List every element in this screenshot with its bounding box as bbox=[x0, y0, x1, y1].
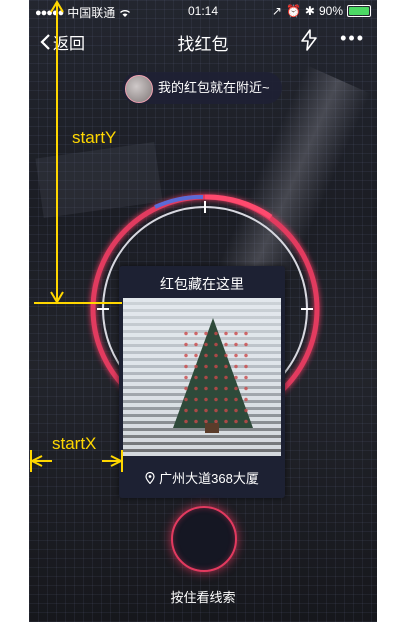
tree-base bbox=[205, 423, 219, 433]
phone-screen: ●●●●● 中国联通 01:14 ↗ ⏰ ✱ 90% 返回 找红包 ••• 我的… bbox=[29, 0, 377, 622]
avatar bbox=[125, 75, 153, 103]
card-title: 红包藏在这里 bbox=[160, 276, 244, 292]
bottom-divider bbox=[0, 622, 402, 628]
alarm-icon: ⏰ bbox=[285, 4, 301, 18]
navigation-bar: 返回 找红包 ••• bbox=[29, 24, 377, 58]
hint-pill: 我的红包就在附近~ bbox=[122, 72, 282, 104]
status-bar: ●●●●● 中国联通 01:14 ↗ ⏰ ✱ 90% bbox=[29, 0, 377, 22]
battery-fill bbox=[349, 7, 369, 15]
flash-icon[interactable] bbox=[297, 28, 321, 52]
location-arrow-icon: ↗ bbox=[271, 4, 282, 18]
battery-icon bbox=[347, 5, 371, 17]
battery-percent: 90% bbox=[318, 4, 343, 18]
clue-card: 红包藏在这里 广州大道368大厦 bbox=[119, 266, 285, 498]
start-y-label: startY bbox=[72, 128, 117, 147]
bluetooth-icon: ✱ bbox=[304, 4, 315, 18]
location-row: 广州大道368大厦 bbox=[119, 468, 285, 487]
start-x-label: startX bbox=[52, 434, 97, 453]
map-pin-icon bbox=[145, 471, 155, 484]
page-title: 找红包 bbox=[177, 35, 229, 54]
scan-button-label: 按住看线索 bbox=[170, 590, 236, 605]
tree-lights bbox=[181, 328, 251, 428]
more-icon[interactable]: ••• bbox=[340, 28, 365, 49]
hold-scan-button[interactable] bbox=[171, 506, 237, 572]
clue-photo bbox=[123, 298, 281, 456]
hint-text: 我的红包就在附近~ bbox=[158, 80, 270, 95]
location-text: 广州大道368大厦 bbox=[159, 471, 259, 486]
